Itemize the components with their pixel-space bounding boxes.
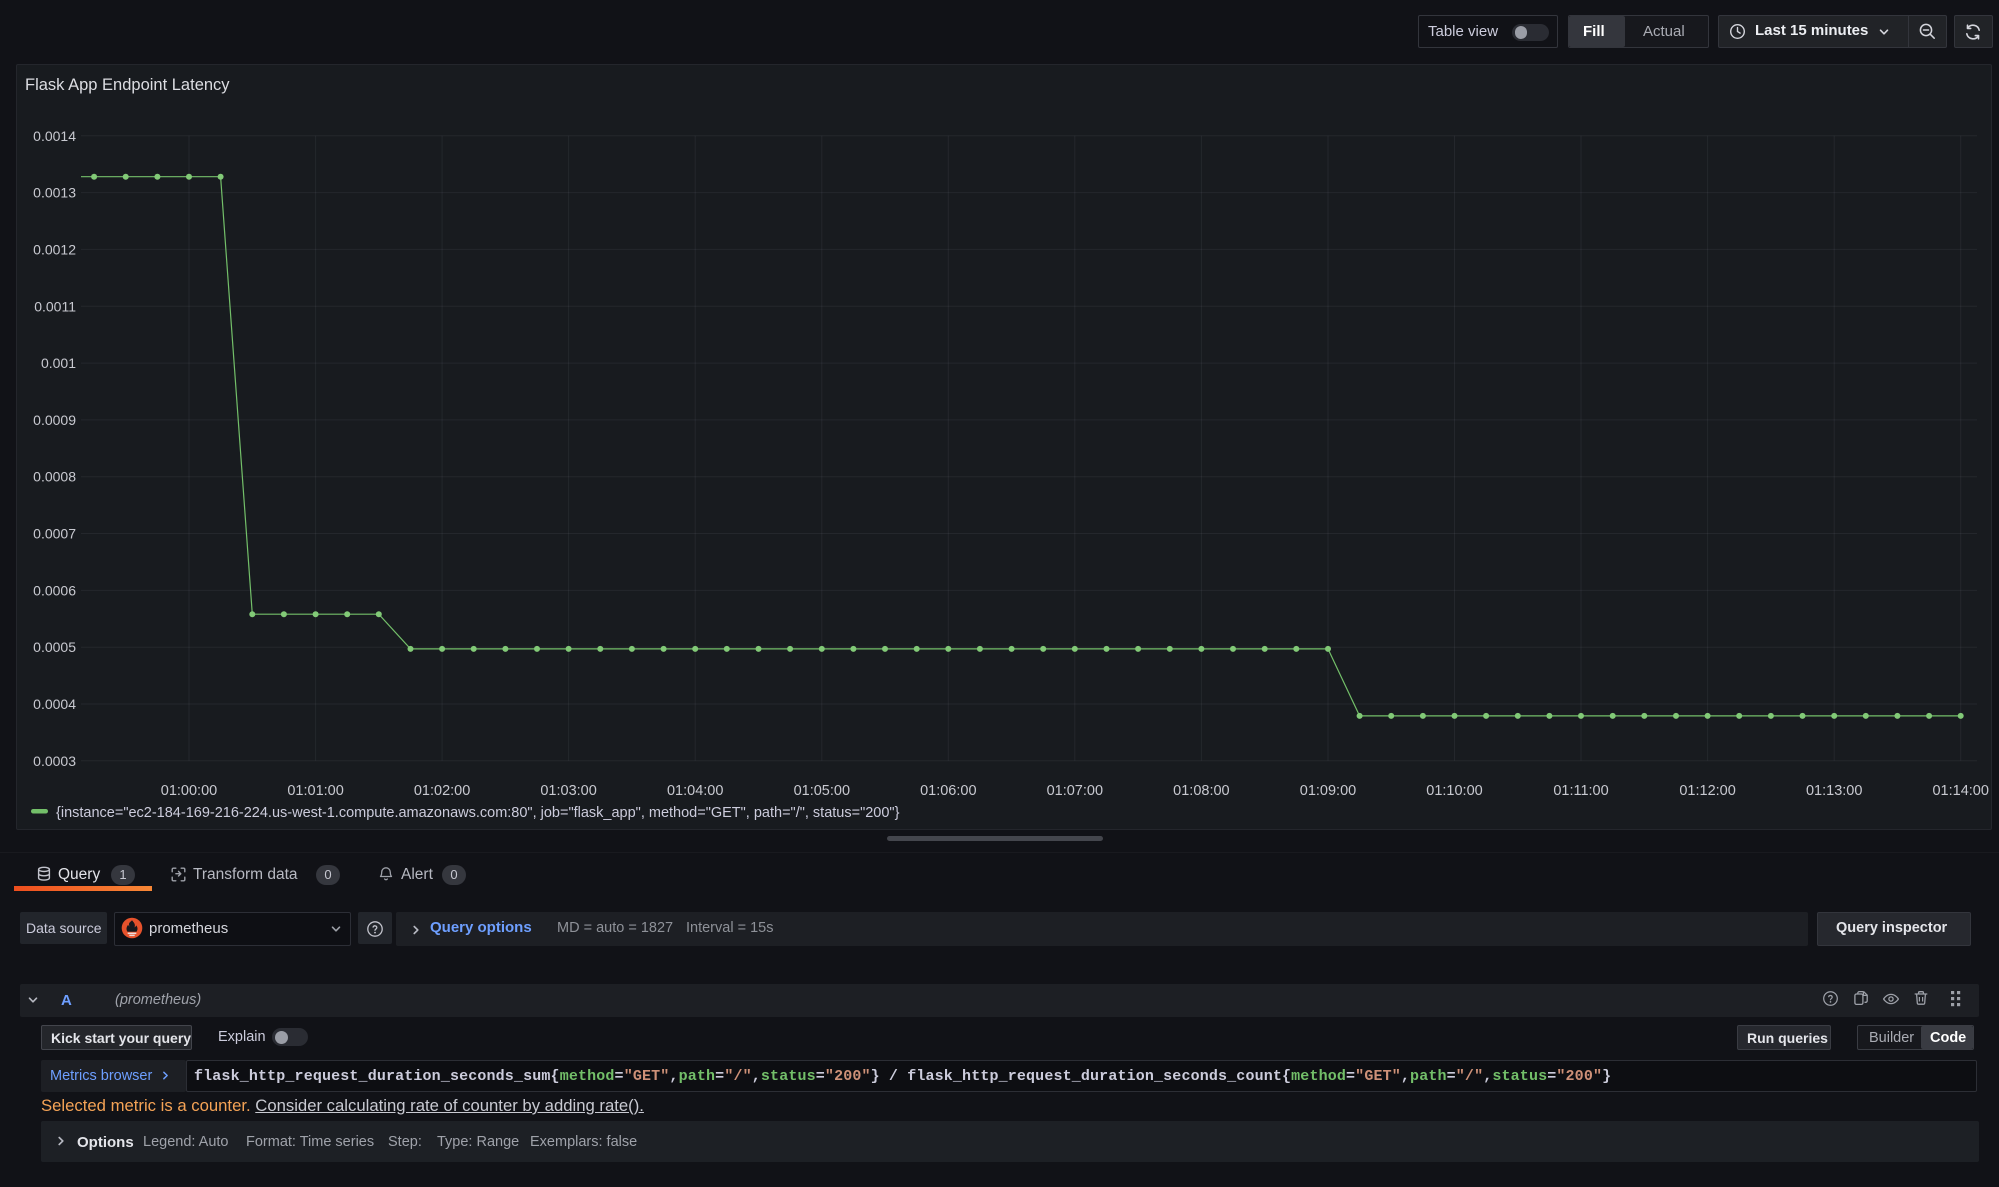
svg-text:0.0012: 0.0012 bbox=[33, 241, 76, 257]
svg-text:01:03:00: 01:03:00 bbox=[540, 783, 596, 799]
svg-text:0.0003: 0.0003 bbox=[33, 753, 76, 769]
svg-text:01:09:00: 01:09:00 bbox=[1300, 783, 1356, 799]
svg-text:0.001: 0.001 bbox=[41, 355, 76, 371]
svg-text:0.0005: 0.0005 bbox=[33, 639, 76, 655]
svg-text:01:07:00: 01:07:00 bbox=[1047, 783, 1103, 799]
svg-text:0.0004: 0.0004 bbox=[33, 696, 76, 712]
svg-text:01:12:00: 01:12:00 bbox=[1679, 783, 1735, 799]
svg-text:01:02:00: 01:02:00 bbox=[414, 783, 470, 799]
svg-text:01:13:00: 01:13:00 bbox=[1806, 783, 1862, 799]
svg-text:01:04:00: 01:04:00 bbox=[667, 783, 723, 799]
svg-text:01:05:00: 01:05:00 bbox=[794, 783, 850, 799]
svg-text:0.0006: 0.0006 bbox=[33, 582, 76, 598]
svg-text:01:08:00: 01:08:00 bbox=[1173, 783, 1229, 799]
svg-text:{instance="ec2-184-169-216-224: {instance="ec2-184-169-216-224.us-west-1… bbox=[56, 805, 900, 821]
svg-text:0.0011: 0.0011 bbox=[34, 298, 76, 314]
svg-text:01:00:00: 01:00:00 bbox=[161, 783, 217, 799]
svg-text:0.0007: 0.0007 bbox=[33, 526, 76, 542]
svg-text:01:10:00: 01:10:00 bbox=[1426, 783, 1482, 799]
svg-text:01:01:00: 01:01:00 bbox=[287, 783, 343, 799]
svg-text:0.0014: 0.0014 bbox=[33, 128, 76, 144]
svg-text:0.0008: 0.0008 bbox=[33, 469, 76, 485]
svg-text:0.0009: 0.0009 bbox=[33, 412, 76, 428]
svg-text:01:11:00: 01:11:00 bbox=[1553, 783, 1608, 799]
svg-text:01:14:00: 01:14:00 bbox=[1932, 783, 1988, 799]
svg-text:01:06:00: 01:06:00 bbox=[920, 783, 976, 799]
svg-text:0.0013: 0.0013 bbox=[33, 185, 76, 201]
